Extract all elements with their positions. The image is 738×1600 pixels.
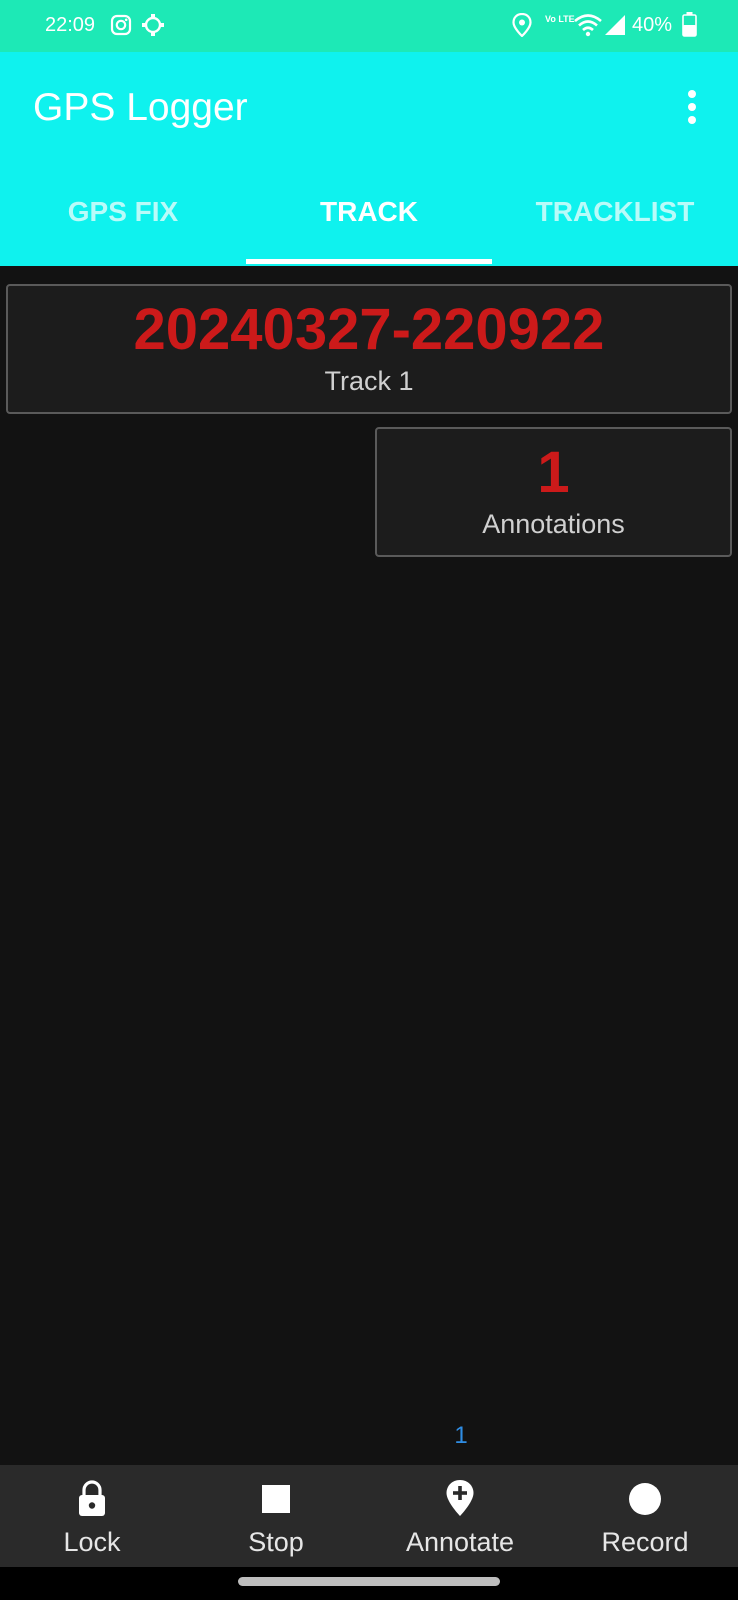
volte-indicator: Vo LTE — [545, 14, 575, 24]
annotations-count: 1 — [537, 440, 570, 505]
record-button[interactable]: Record — [553, 1465, 737, 1567]
annotations-card: 1 Annotations — [375, 427, 732, 557]
overflow-menu-icon[interactable] — [680, 90, 704, 130]
stop-label: Stop — [248, 1527, 304, 1557]
lock-button[interactable]: Lock — [0, 1465, 184, 1567]
instagram-icon — [110, 14, 132, 36]
lock-icon — [79, 1480, 105, 1516]
tab-gps-fix[interactable]: GPS FIX — [0, 198, 246, 266]
app-bar: GPS Logger GPS FIX TRACK TRACKLIST — [0, 52, 738, 266]
battery-icon — [682, 12, 697, 37]
bottom-action-bar: Lock Stop Annotate Record — [0, 1465, 738, 1567]
signal-icon — [605, 15, 625, 35]
track-name-card: 20240327-220922 Track 1 — [6, 284, 732, 414]
active-tab-indicator — [246, 259, 492, 264]
app-title: GPS Logger — [33, 86, 248, 129]
track-name-value: 20240327-220922 — [133, 297, 605, 362]
stop-icon — [262, 1485, 290, 1513]
wifi-icon — [574, 14, 602, 37]
location-icon — [512, 13, 532, 37]
tab-track[interactable]: TRACK — [246, 198, 492, 266]
tab-tracklist[interactable]: TRACKLIST — [492, 198, 738, 266]
system-navigation-bar — [0, 1567, 738, 1600]
stop-button[interactable]: Stop — [184, 1465, 368, 1567]
annotations-label: Annotations — [482, 509, 625, 539]
status-bar: 22:09 Vo LTE 40% — [0, 0, 738, 52]
home-gesture-pill[interactable] — [238, 1577, 500, 1586]
annotate-button[interactable]: Annotate — [368, 1465, 552, 1567]
track-label: Track 1 — [324, 366, 414, 396]
page-indicator: 1 — [454, 1422, 468, 1449]
record-label: Record — [601, 1527, 689, 1557]
status-time: 22:09 — [45, 14, 96, 36]
lock-label: Lock — [63, 1527, 121, 1557]
record-icon — [629, 1483, 661, 1515]
add-location-icon — [446, 1480, 474, 1516]
annotate-label: Annotate — [405, 1527, 515, 1557]
sync-icon — [142, 14, 164, 36]
battery-percent: 40% — [632, 14, 673, 36]
